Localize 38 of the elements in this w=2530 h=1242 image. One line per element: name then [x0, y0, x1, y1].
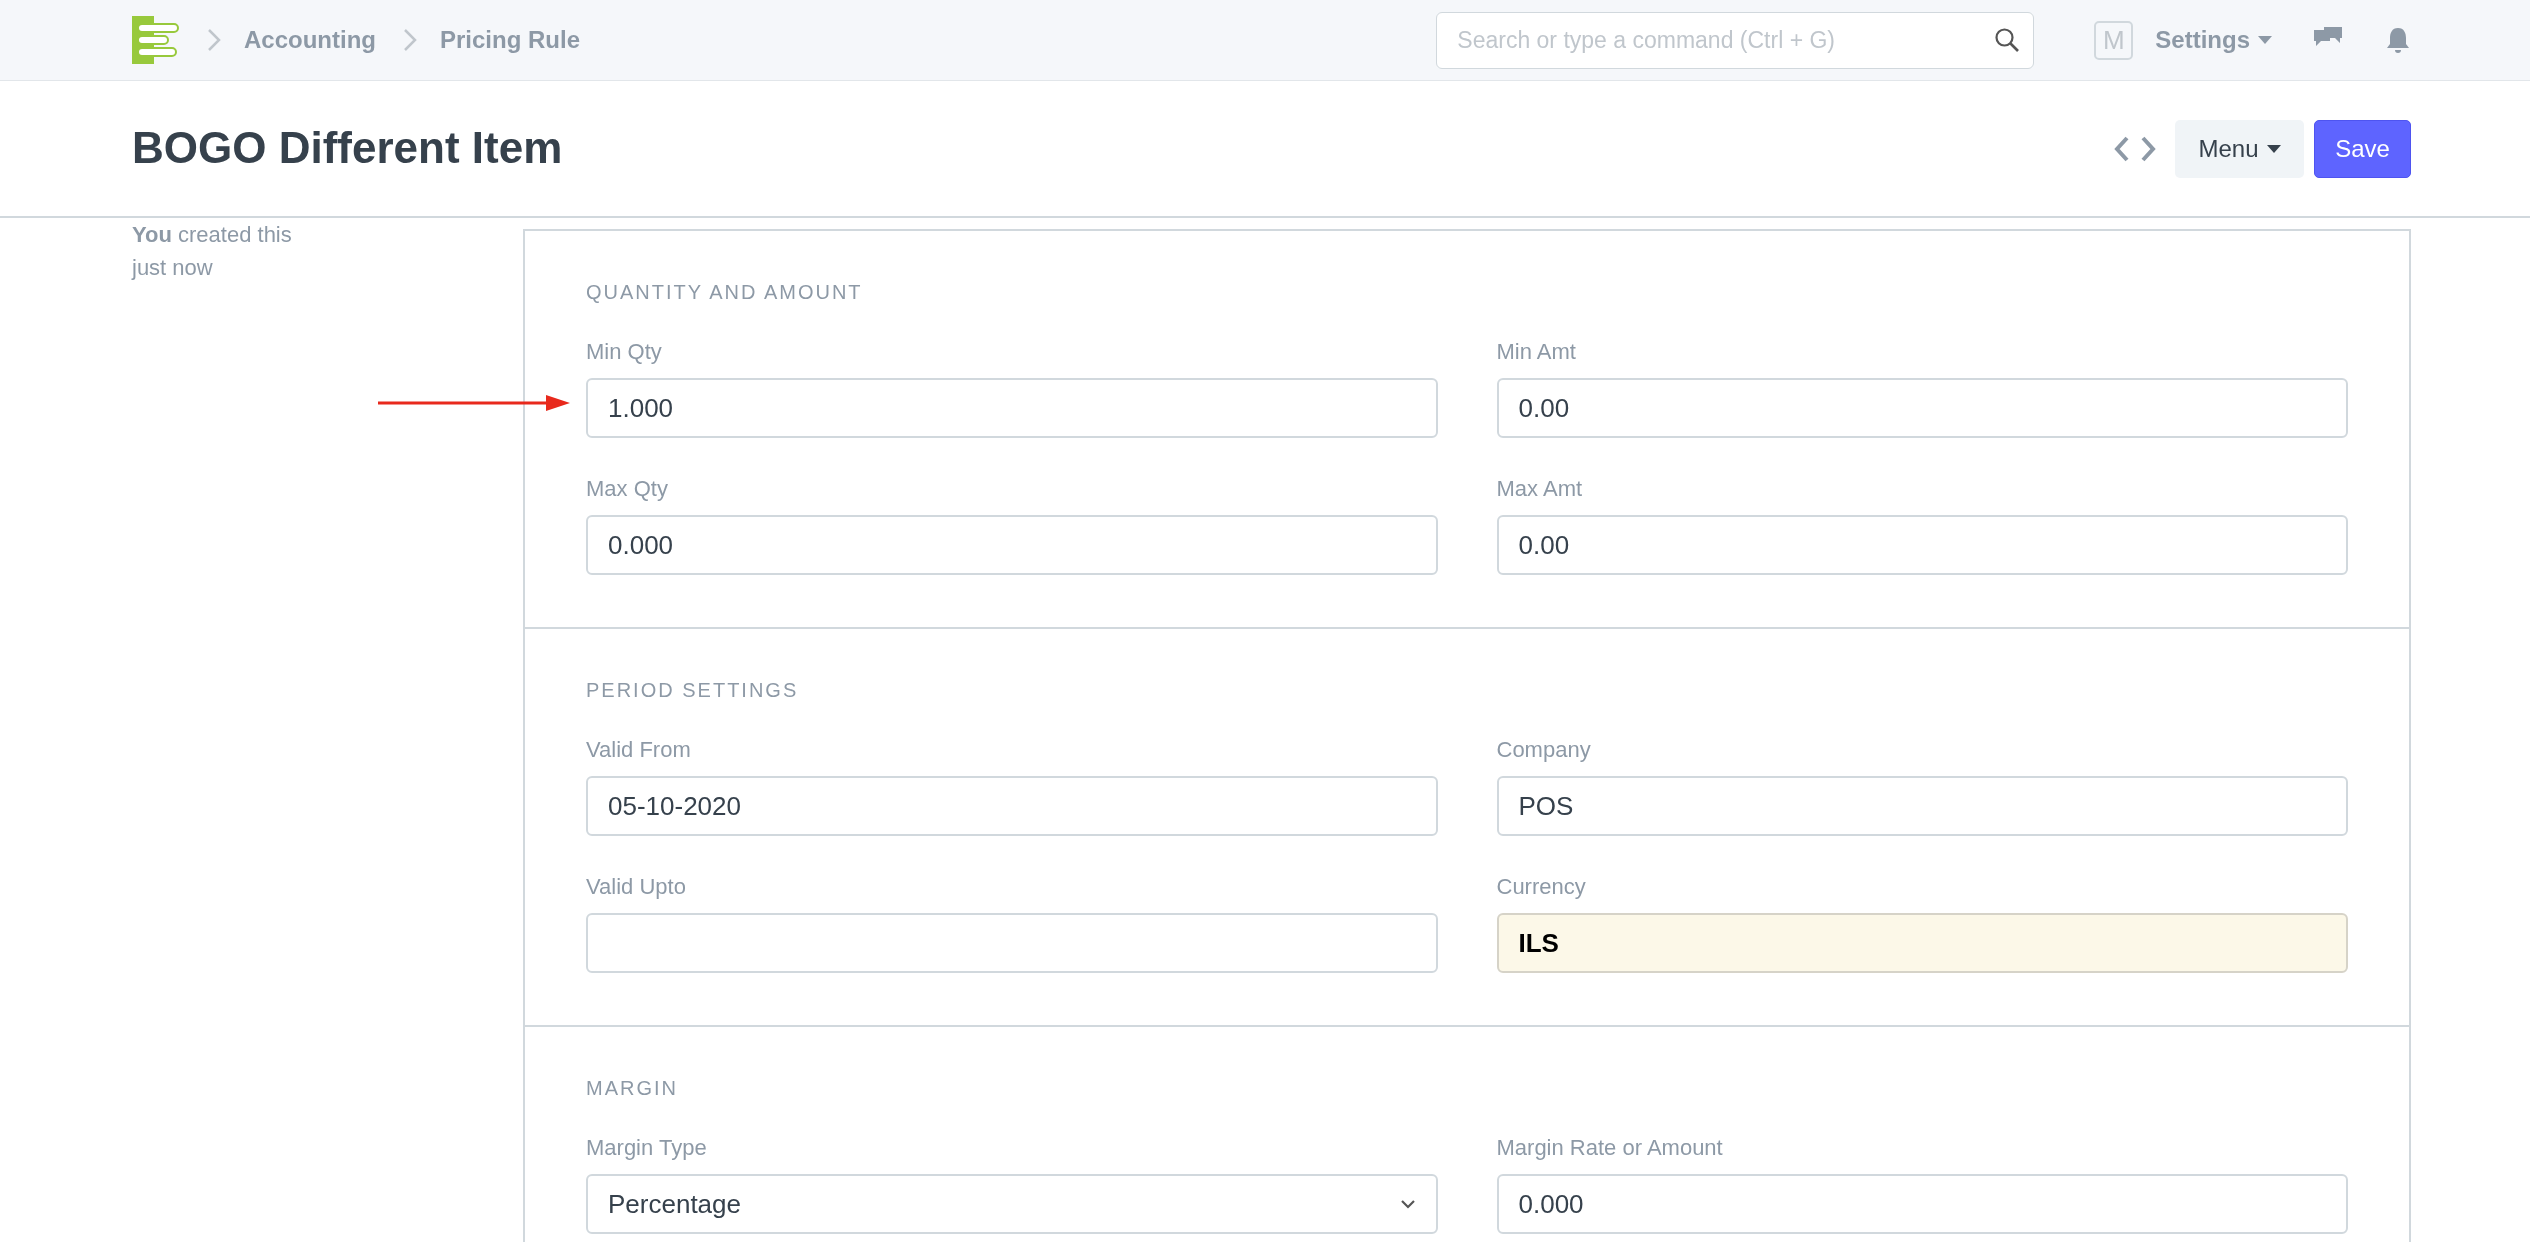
- input-field[interactable]: ILS: [1496, 913, 2348, 973]
- field-label: Max Qty: [586, 475, 669, 503]
- chevron-right-icon: [2139, 134, 2157, 163]
- input-field[interactable]: [586, 913, 1438, 973]
- input-field[interactable]: 1.000: [586, 378, 1438, 438]
- field-label: Margin Type: [586, 1134, 708, 1162]
- select-field[interactable]: Percentage: [586, 1174, 1438, 1234]
- input-field[interactable]: 0.00: [1496, 378, 2348, 438]
- input-field[interactable]: 0.000: [1496, 1174, 2348, 1234]
- chevron-left-icon: [2113, 134, 2131, 163]
- section-heading: QUANTITY AND AMOUNT: [586, 280, 864, 305]
- chevron-down-icon: [1399, 1199, 1416, 1209]
- chevron-right-icon: [402, 27, 418, 53]
- field-label: Currency: [1496, 873, 1587, 901]
- caret-icon: [2258, 36, 2272, 44]
- input-field[interactable]: 0.000: [586, 515, 1438, 575]
- activity-text: You created this just now: [132, 221, 293, 282]
- logo-icon[interactable]: [132, 16, 180, 64]
- bell-icon[interactable]: [2386, 26, 2410, 54]
- field-label: Max Amt: [1496, 475, 1584, 503]
- search-field[interactable]: Search or type a command (Ctrl + G): [1436, 11, 2035, 69]
- field-label: Company: [1496, 736, 1592, 764]
- input-field[interactable]: 05-10-2020: [586, 776, 1438, 836]
- chevron-right-icon: [206, 27, 222, 53]
- save-button[interactable]: Save: [2314, 119, 2411, 178]
- field-label: Min Amt: [1496, 338, 1577, 366]
- page-title: BOGO Different Item: [132, 122, 564, 175]
- search-icon: [1994, 26, 2021, 53]
- field-label: Min Qty: [586, 338, 663, 366]
- field-label: Valid From: [586, 736, 692, 764]
- section-heading: PERIOD SETTINGS: [586, 678, 800, 703]
- field-label: Valid Upto: [586, 873, 687, 901]
- caret-icon: [2266, 144, 2281, 153]
- input-field[interactable]: 0.00: [1496, 515, 2348, 575]
- input-field[interactable]: POS: [1496, 776, 2348, 836]
- field-label: Margin Rate or Amount: [1496, 1134, 1724, 1162]
- menu-button[interactable]: Menu: [2175, 119, 2304, 178]
- section-heading: MARGIN: [586, 1076, 679, 1101]
